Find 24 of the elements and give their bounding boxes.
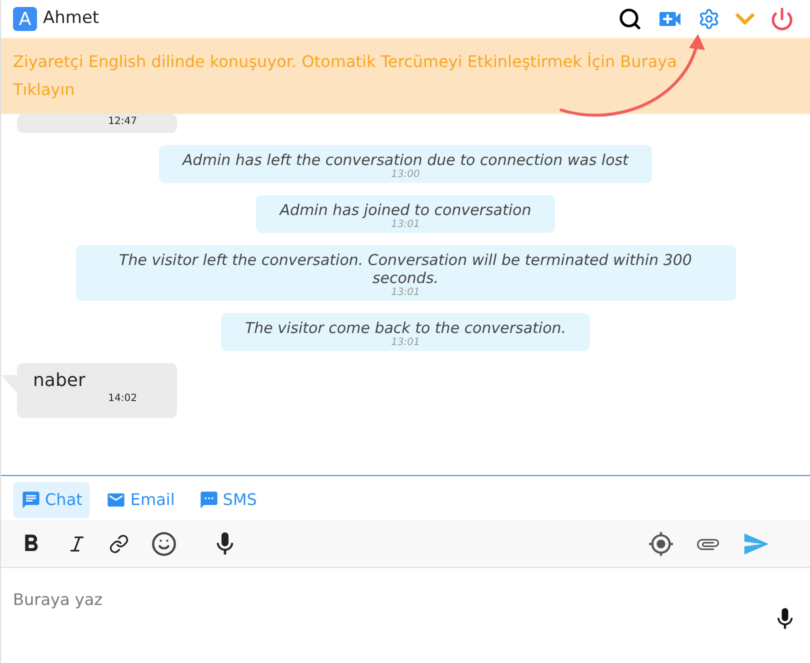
- system-message-text: Admin has joined to conversation: [280, 201, 532, 219]
- message-time: 13:00: [390, 169, 421, 181]
- message-text: naber: [33, 371, 86, 391]
- message-time: 13:01: [390, 337, 421, 349]
- system-message-text: The visitor left the conversation. Conversation will be terminated within 300 seconds.: [118, 251, 693, 287]
- avatar: A: [13, 7, 37, 31]
- contact-name: Ahmet: [43, 7, 100, 30]
- message-time: 13:01: [390, 287, 421, 299]
- settings-icon[interactable]: [698, 8, 720, 30]
- link-icon[interactable]: [109, 534, 129, 554]
- sms-icon: [198, 490, 219, 510]
- message-time: 13:01: [390, 219, 421, 231]
- search-icon[interactable]: [618, 7, 642, 31]
- channel-tab[interactable]: SMS: [190, 482, 265, 518]
- location-icon[interactable]: [648, 530, 674, 556]
- channel-tab[interactable]: Email: [98, 482, 183, 518]
- message-time: 14:02: [107, 392, 138, 406]
- channel-tab[interactable]: Chat: [13, 482, 90, 518]
- system-message-text: The visitor come back to the conversation.: [244, 319, 566, 337]
- system-message-text: Admin has left the conversation due to connection was lost: [182, 151, 628, 169]
- chat-icon: [21, 490, 41, 510]
- message-time: 12:47: [107, 115, 138, 129]
- emoji-icon[interactable]: [151, 530, 177, 556]
- power-icon[interactable]: [770, 7, 794, 31]
